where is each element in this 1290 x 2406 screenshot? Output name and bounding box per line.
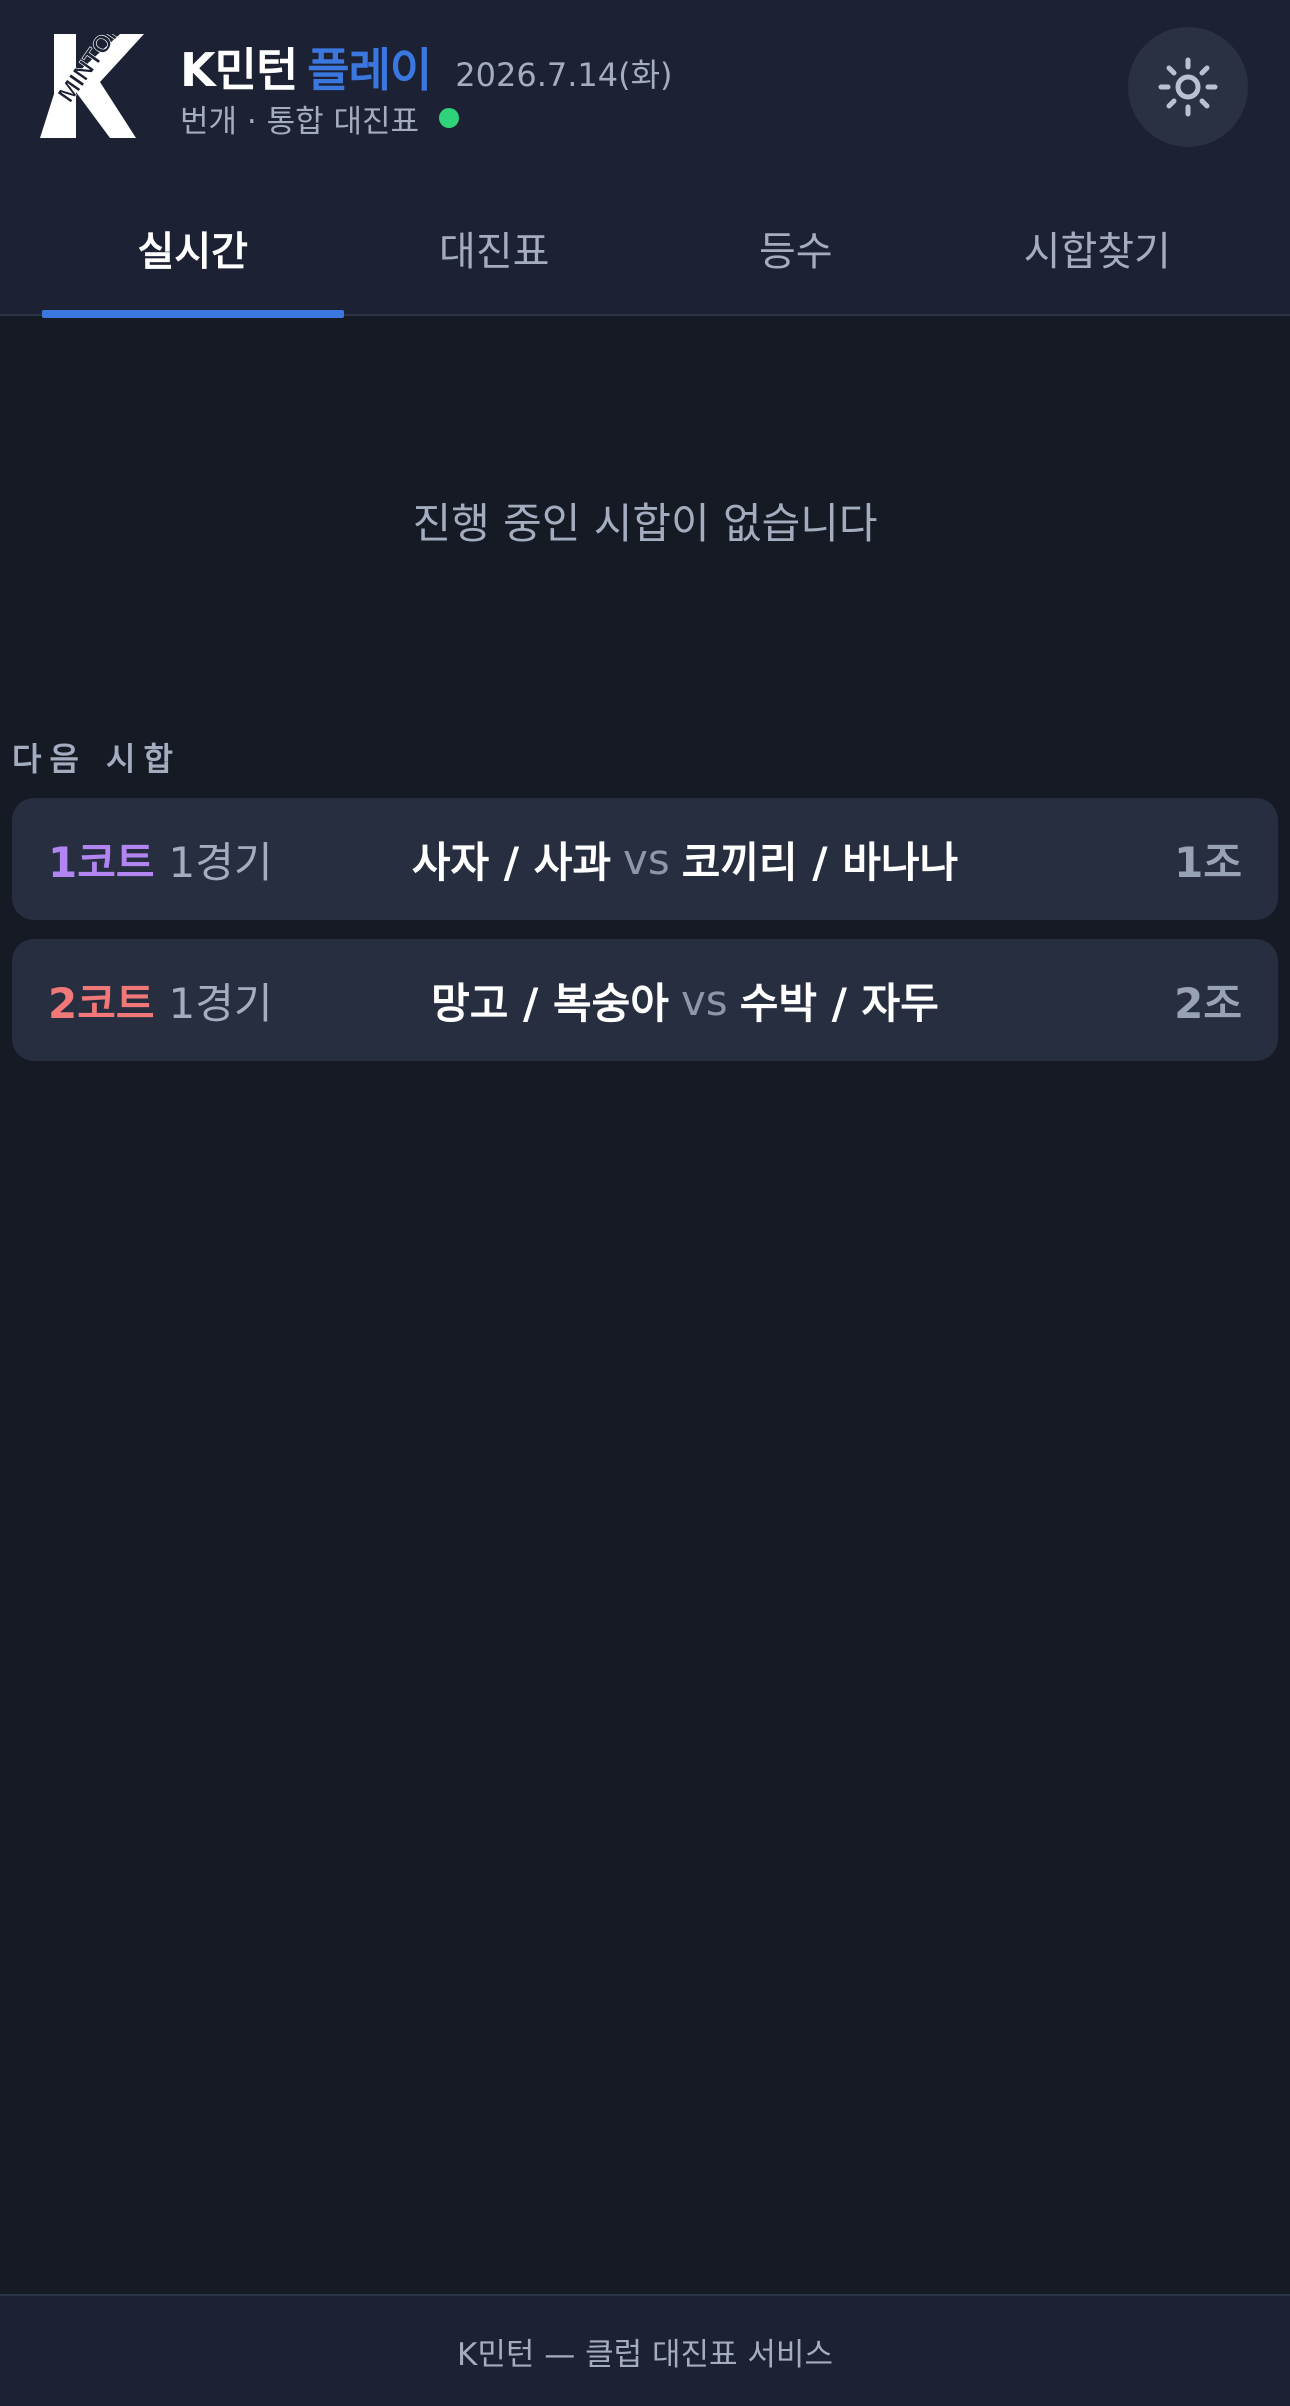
next-matches-title: 다음 시합 [12,740,181,778]
next-match-card[interactable]: 2코트 1경기 망고 / 복숭아 vs 수박 / 자두 2조 [12,939,1278,1061]
brand-title: K민턴 플레이 2026.7.14(화) [180,34,673,97]
app-footer: K민턴 — 클럽 대진표 서비스 [0,2294,1290,2406]
team-a: 사자 / 사과 [411,837,611,887]
event-date: 2026.7.14(화) [455,56,673,94]
footer-text: K민턴 — 클럽 대진표 서비스 [457,2336,833,2373]
theme-toggle-button[interactable] [1128,27,1248,147]
tab-ranking[interactable]: 등수 [645,200,947,316]
tab-live-label: 실시간 [137,229,248,275]
match-court-info: 1코트 1경기 [48,798,273,920]
team-a: 망고 / 복숭아 [431,978,669,1028]
match-teams: 망고 / 복숭아 vs 수박 / 자두 [332,939,1038,1061]
vs-label: vs [622,834,670,884]
tab-find-match-label: 시합찾기 [1023,229,1171,275]
sun-icon [1158,57,1218,117]
brand-name: K민턴 [180,43,298,97]
main-tabs: 실시간 대진표 등수 시합찾기 [42,200,1249,318]
court-label: 2코트 [48,978,155,1028]
group-label: 2조 [1174,978,1242,1028]
brand-accent: 플레이 [307,43,432,97]
team-b: 수박 / 자두 [739,978,939,1028]
tab-live[interactable]: 실시간 [42,200,344,318]
group-label: 1조 [1174,837,1242,887]
app-header: MINTON K민턴 플레이 2026.7.14(화) 번개 · 통합 대진표 [0,0,1290,318]
subtitle-text: 번개 · 통합 대진표 [180,103,420,140]
court-label: 1코트 [48,837,155,887]
vs-label: vs [680,975,728,1025]
match-court-info: 2코트 1경기 [48,939,273,1061]
team-b: 코끼리 / 바나나 [681,837,959,887]
app: MINTON K민턴 플레이 2026.7.14(화) 번개 · 통합 대진표 [0,0,1290,2406]
next-match-card[interactable]: 1코트 1경기 사자 / 사과 vs 코끼리 / 바나나 1조 [12,798,1278,920]
live-status-dot [439,108,460,128]
match-teams: 사자 / 사과 vs 코끼리 / 바나나 [332,798,1038,920]
tab-ranking-label: 등수 [758,229,833,275]
game-label: 1경기 [168,978,273,1028]
tab-find-match[interactable]: 시합찾기 [947,200,1249,316]
event-subtitle: 번개 · 통합 대진표 [180,98,460,140]
tab-bracket-label: 대진표 [439,229,550,275]
game-label: 1경기 [168,837,273,887]
tab-bracket[interactable]: 대진표 [344,200,646,316]
no-live-match-message: 진행 중인 시합이 없습니다 [412,499,878,548]
minton-logo: MINTON [40,34,144,138]
